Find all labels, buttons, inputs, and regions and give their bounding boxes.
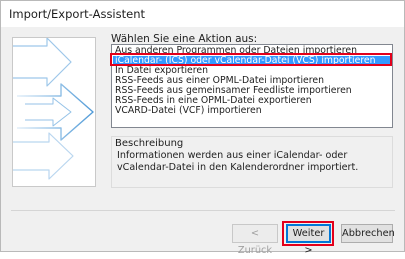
import-export-wizard-window: Import/Export-Assistent Wählen Sie eine … (0, 0, 405, 256)
description-text: Informationen werden aus einer iCalendar… (117, 150, 359, 173)
window-title: Import/Export-Assistent (9, 7, 146, 21)
cancel-button[interactable]: Abbrechen (341, 224, 395, 243)
action-list-item[interactable]: VCARD-Datei (VCF) importieren (113, 106, 391, 116)
back-button[interactable]: < Zurück (232, 224, 278, 256)
wizard-arrows-graphic (13, 38, 94, 180)
action-listbox[interactable]: Aus anderen Programmen oder Dateien impo… (111, 44, 393, 128)
title-bar: Import/Export-Assistent (1, 1, 404, 28)
button-separator (11, 210, 395, 211)
description-label: Beschreibung (115, 138, 184, 149)
wizard-illustration (12, 37, 96, 187)
next-button[interactable]: Weiter > (286, 224, 331, 256)
